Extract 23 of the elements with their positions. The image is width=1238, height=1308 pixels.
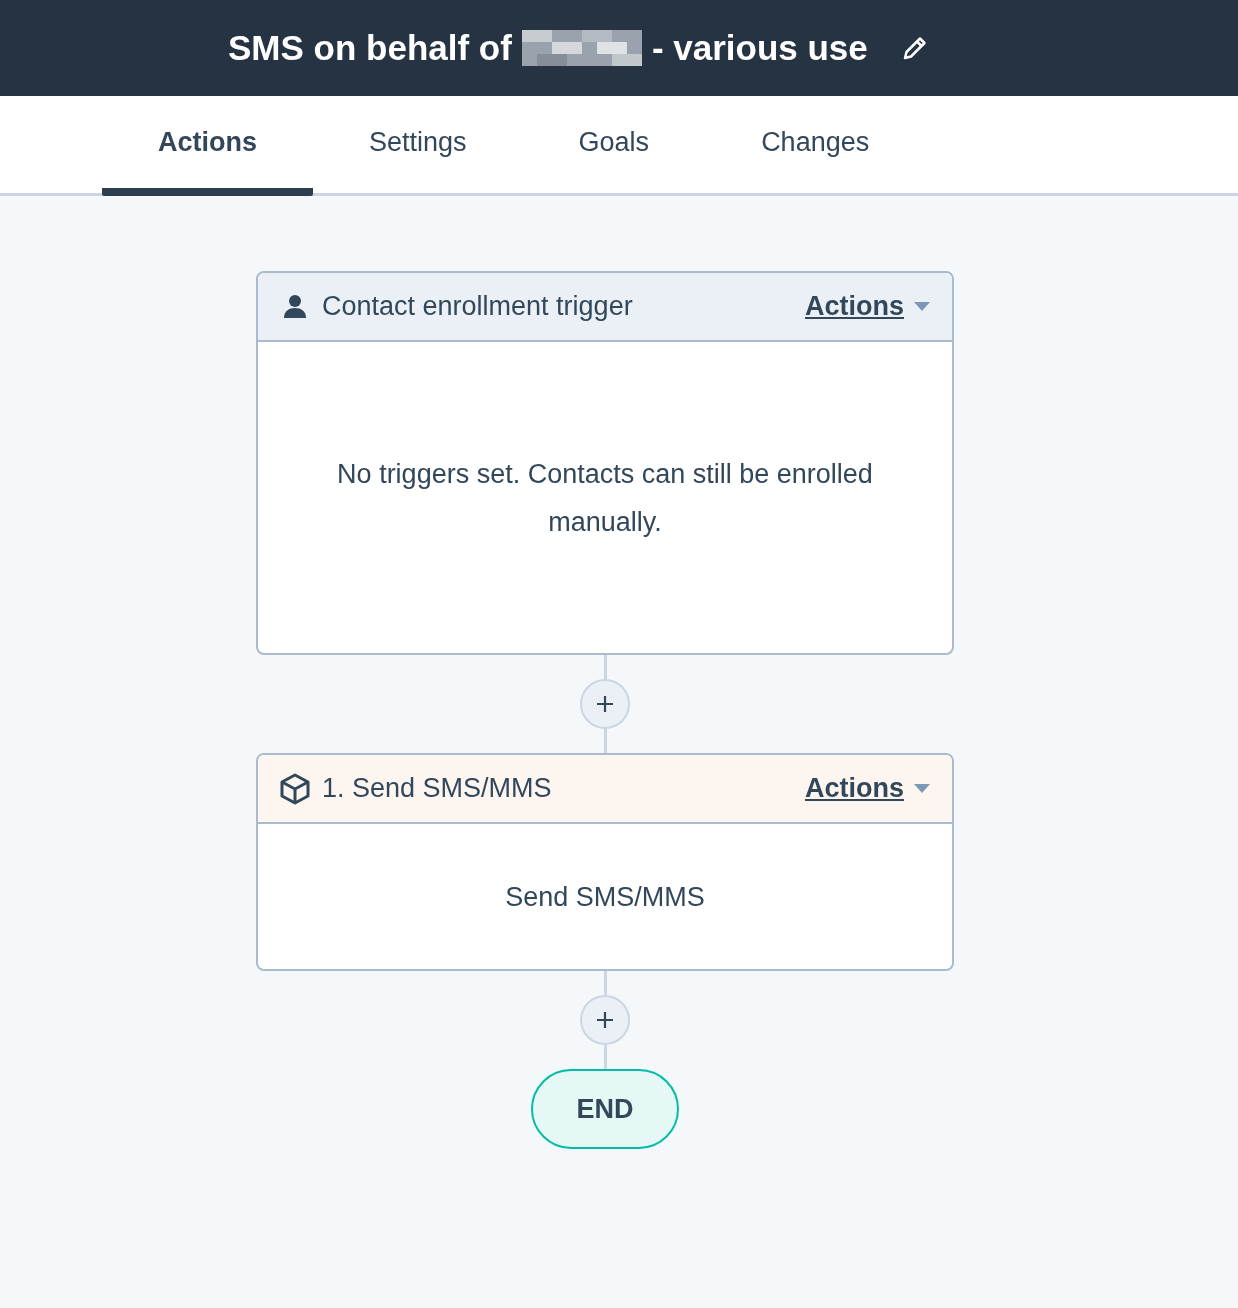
workflow-title: - various use [651,26,868,69]
step-description: No triggers set. Contacts can still be enrolled manually. [336,457,874,539]
cube-icon [280,772,310,805]
step-description: Send SMS/MMS [505,880,705,914]
caret-icon [914,784,930,793]
step-title: 1. Send SMS/MMS [322,772,552,806]
end-marker: END [531,1069,679,1149]
plus-icon [595,1010,615,1030]
caret-icon [914,302,930,311]
tab[interactable]: Settings [313,96,523,196]
add-step-button[interactable] [580,995,630,1045]
tab[interactable]: Actions [102,96,313,196]
tab[interactable]: Changes [705,96,926,196]
plus-icon [595,694,615,714]
add-step-button[interactable] [580,679,630,729]
person-icon [283,293,307,320]
step-title: Contact enrollment trigger [322,290,633,324]
actions-dropdown[interactable]: Actions [805,286,930,327]
workflow-title: SMS on behalf of [228,26,512,69]
tab[interactable]: Goals [522,96,706,196]
actions-dropdown[interactable]: Actions [805,768,930,809]
pencil-icon [901,35,928,61]
edit-button[interactable] [901,35,928,61]
